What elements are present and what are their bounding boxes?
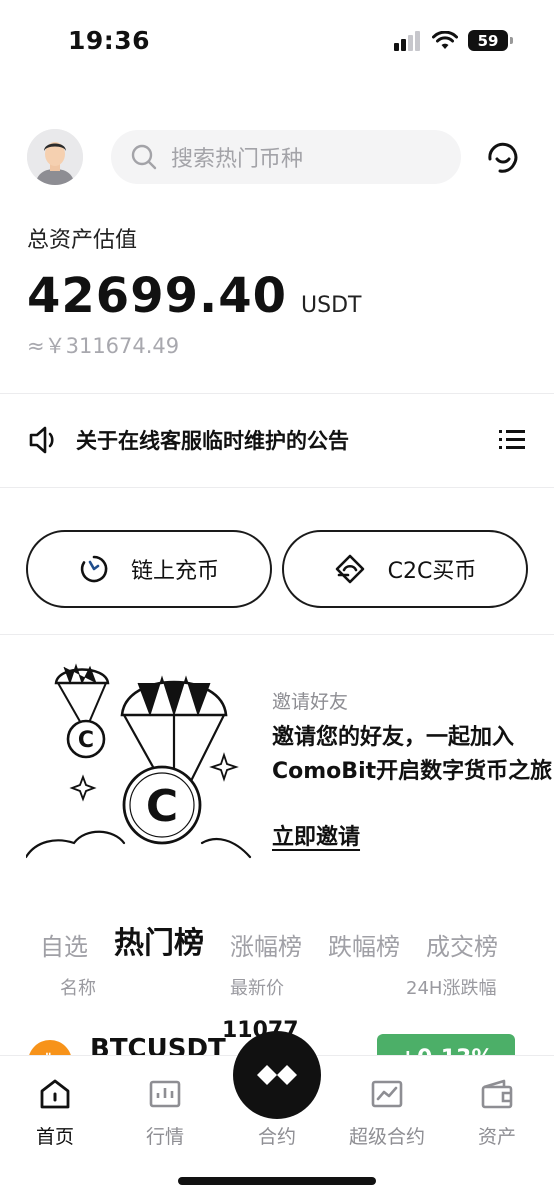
trend-chart-icon — [371, 1080, 403, 1108]
tab-market-label: 行情 — [145, 1126, 184, 1148]
tab-home[interactable]: 首页 — [10, 1076, 100, 1149]
tab-hot[interactable]: 热门榜 — [114, 918, 204, 962]
wifi-icon — [432, 30, 458, 49]
tab-gainers[interactable]: 涨幅榜 — [230, 927, 302, 962]
column-change: 24H涨跌幅 — [406, 978, 497, 999]
quick-actions: 链上充币 C2C买币 — [26, 530, 528, 608]
status-bar: 19:36 59 — [0, 0, 554, 80]
header: 搜索热门币种 — [27, 128, 527, 186]
assets-label: 总资产估值 — [27, 228, 138, 253]
contract-logo-shape — [257, 1055, 297, 1095]
airdrop-parachute-illustration: C C — [26, 663, 252, 859]
market-column-headers: 名称 最新价 24H涨跌幅 — [0, 974, 554, 999]
invite-headline-2: ComoBit开启数字货币之旅 — [272, 759, 553, 784]
market-tabs: 自选 热门榜 涨幅榜 跌幅榜 成交榜 — [40, 918, 498, 962]
assets-fiat-value: ≈￥311674.49 — [27, 334, 180, 358]
avatar[interactable] — [27, 129, 83, 185]
assets-summary: 总资产估值 42699.40 USDT ≈￥311674.49 — [27, 222, 361, 360]
tab-market[interactable]: 行情 — [120, 1076, 210, 1149]
market-chart-icon — [149, 1080, 181, 1108]
column-price: 最新价 — [230, 978, 284, 999]
tab-volume[interactable]: 成交榜 — [426, 927, 498, 962]
battery-icon: 59 — [468, 30, 513, 51]
list-icon[interactable] — [497, 425, 527, 455]
svg-text:C: C — [146, 781, 178, 832]
invite-now-link[interactable]: 立即邀请 — [272, 819, 360, 851]
wallet-icon — [481, 1079, 513, 1109]
status-time: 19:36 — [68, 26, 151, 55]
deposit-clock-icon — [80, 555, 108, 583]
svg-text:C: C — [78, 728, 94, 753]
tab-super-contract-label: 超级合约 — [348, 1126, 425, 1148]
avatar-person-icon — [27, 129, 83, 185]
search-icon — [131, 144, 157, 170]
customer-service-icon[interactable] — [483, 137, 523, 177]
search-placeholder: 搜索热门币种 — [171, 147, 304, 172]
invite-banner[interactable]: C C 邀请好友 邀请您的好友，一起加入 ComoBit开启数字货币之旅 立即邀… — [0, 634, 554, 898]
invite-tag: 邀请好友 — [272, 691, 349, 713]
assets-value-row: 42699.40 USDT — [27, 268, 361, 324]
search-input[interactable]: 搜索热门币种 — [111, 130, 461, 184]
contract-logo-icon[interactable] — [233, 1031, 321, 1119]
assets-unit: USDT — [301, 293, 362, 318]
coin-symbol: BTCUSDT — [90, 1034, 226, 1058]
invite-headline-1: 邀请您的好友，一起加入 — [272, 725, 515, 750]
tab-assets-label: 资产 — [477, 1126, 516, 1148]
divider — [0, 487, 554, 488]
status-icons: 59 — [394, 30, 513, 51]
home-indicator — [178, 1177, 376, 1185]
tab-losers[interactable]: 跌幅榜 — [328, 927, 400, 962]
c2c-buy-button[interactable]: C2C买币 — [282, 530, 528, 608]
announcement-bar[interactable]: 关于在线客服临时维护的公告 — [0, 394, 554, 486]
column-name: 名称 — [60, 978, 96, 999]
announcement-text: 关于在线客服临时维护的公告 — [76, 429, 349, 453]
tab-super-contract[interactable]: 超级合约 — [342, 1076, 432, 1149]
home-icon — [40, 1079, 70, 1109]
tab-contract-label[interactable]: 合约 — [233, 1122, 321, 1149]
assets-value: 42699.40 — [27, 268, 288, 324]
speaker-icon — [29, 426, 54, 454]
bottom-tab-bar: 首页 行情 合约 超级合约 资产 — [0, 1031, 554, 1200]
c2c-buy-label: C2C买币 — [387, 559, 477, 584]
deposit-button[interactable]: 链上充币 — [26, 530, 272, 608]
deposit-label: 链上充币 — [130, 559, 219, 584]
tab-home-label: 首页 — [35, 1126, 74, 1148]
tab-favorites[interactable]: 自选 — [40, 927, 88, 962]
change-badge: +0.13% — [377, 1034, 515, 1058]
c2c-exchange-icon — [335, 554, 364, 584]
signal-icon — [394, 30, 420, 51]
tab-assets[interactable]: 资产 — [452, 1076, 542, 1149]
